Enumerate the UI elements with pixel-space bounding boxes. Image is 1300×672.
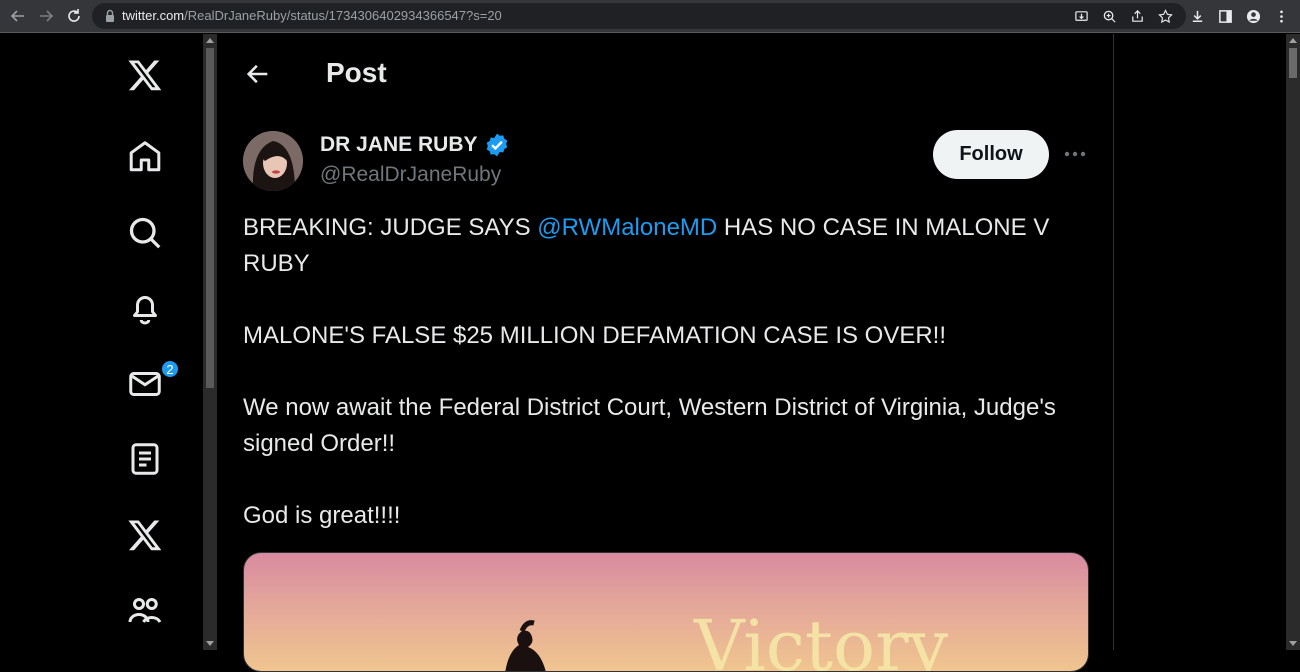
lock-icon xyxy=(106,9,114,22)
kebab-menu-icon[interactable] xyxy=(1272,7,1290,25)
side-panel-icon[interactable] xyxy=(1216,7,1234,25)
post-paragraph-2: MALONE'S FALSE $25 MILLION DEFAMATION CA… xyxy=(243,322,947,349)
avatar[interactable] xyxy=(243,131,303,191)
post-paragraph-3: We now await the Federal District Court,… xyxy=(243,394,1056,457)
list-icon[interactable] xyxy=(118,432,172,486)
address-bar[interactable]: twitter.com/RealDrJaneRuby/status/173430… xyxy=(92,3,1186,29)
user-handle[interactable]: @RealDrJaneRuby xyxy=(320,163,501,187)
page: 2 Post DR JANE RUBY @RealDrJaneRuby Foll… xyxy=(0,34,1300,672)
post-text: BREAKING: JUDGE SAYS @RWMaloneMD HAS NO … xyxy=(243,210,1093,570)
bookmark-star-icon[interactable] xyxy=(1156,7,1174,25)
home-icon[interactable] xyxy=(118,130,172,184)
main-column: Post DR JANE RUBY @RealDrJaneRuby Follow… xyxy=(218,34,1114,672)
messages-badge: 2 xyxy=(160,359,180,379)
page-title: Post xyxy=(326,57,387,88)
display-name[interactable]: DR JANE RUBY xyxy=(320,132,510,158)
sidebar: 2 xyxy=(100,34,200,650)
share-icon[interactable] xyxy=(1128,7,1146,25)
silhouette-figure xyxy=(505,620,546,671)
download-icon[interactable] xyxy=(1188,7,1206,25)
mention-link[interactable]: @RWMaloneMD xyxy=(537,214,717,241)
back-arrow-icon[interactable] xyxy=(6,4,30,28)
display-name-text: DR JANE RUBY xyxy=(320,133,478,156)
sidebar-scrollbar[interactable] xyxy=(203,34,217,650)
profile-icon[interactable] xyxy=(1244,7,1262,25)
back-icon[interactable] xyxy=(244,60,272,88)
zoom-icon[interactable] xyxy=(1100,7,1118,25)
media-overlay-text: Victory xyxy=(694,605,949,672)
follow-button[interactable]: Follow xyxy=(933,130,1049,179)
reload-icon[interactable] xyxy=(62,4,86,28)
post-paragraph-1: BREAKING: JUDGE SAYS @RWMaloneMD HAS NO … xyxy=(243,214,1050,277)
forward-arrow-icon[interactable] xyxy=(34,4,58,28)
post-header: Post xyxy=(218,34,1114,112)
mail-icon[interactable]: 2 xyxy=(118,357,180,411)
browser-toolbar: twitter.com/RealDrJaneRuby/status/173430… xyxy=(0,0,1300,33)
more-options-icon[interactable] xyxy=(1060,142,1090,166)
install-app-icon[interactable] xyxy=(1072,7,1090,25)
communities-icon[interactable] xyxy=(118,583,172,637)
verified-badge-icon[interactable] xyxy=(484,132,510,158)
page-scrollbar[interactable] xyxy=(1286,34,1300,650)
x-premium-icon[interactable] xyxy=(118,508,172,562)
url-text: twitter.com/RealDrJaneRuby/status/173430… xyxy=(122,8,502,23)
post-media-image[interactable]: Victory xyxy=(243,552,1089,672)
search-icon[interactable] xyxy=(118,206,172,260)
bell-icon[interactable] xyxy=(118,281,172,335)
post-paragraph-4: God is great!!!! xyxy=(243,502,401,529)
x-logo-icon[interactable] xyxy=(118,48,172,102)
